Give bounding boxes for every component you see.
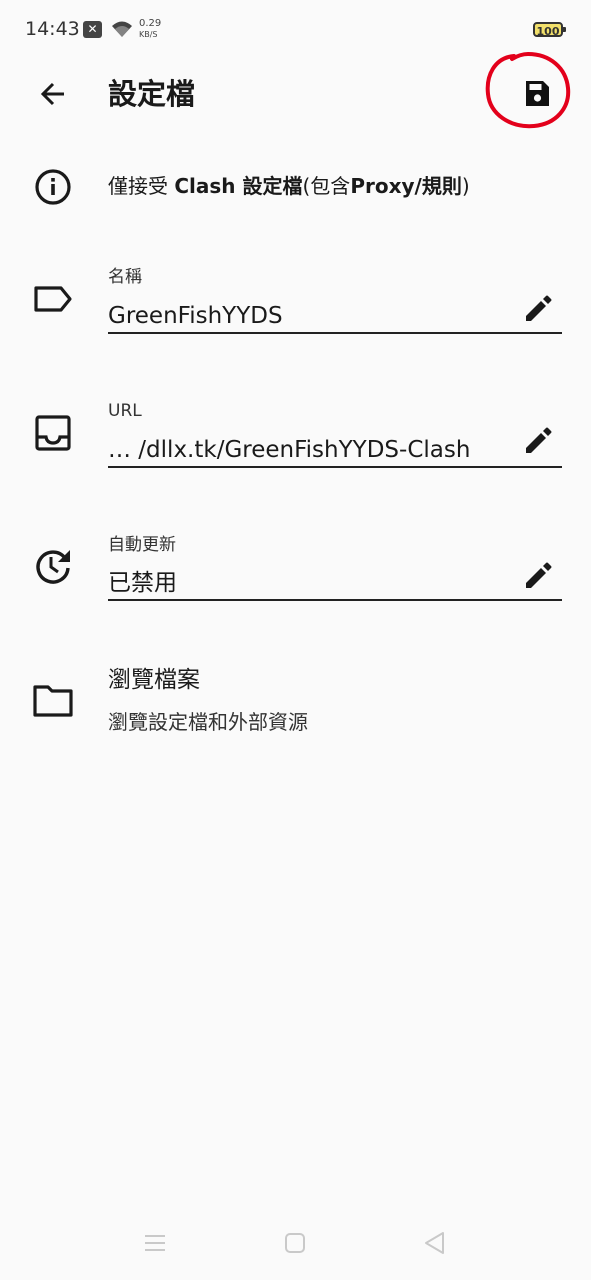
edit-pencil-icon[interactable] [520, 290, 556, 326]
update-clock-icon [36, 550, 70, 584]
auto-update-field-value[interactable]: 已禁用 [108, 567, 516, 599]
name-field-underline [108, 332, 562, 334]
auto-update-field[interactable]: 自動更新 已禁用 [0, 530, 591, 610]
info-text-mid: (包含 [302, 174, 351, 198]
network-speed: 0.29 KB/S [139, 18, 161, 40]
info-text-post: ) [461, 174, 470, 198]
browse-files-title: 瀏覽檔案 [108, 667, 200, 693]
system-nav-bar [0, 1210, 591, 1280]
inbox-icon [35, 415, 71, 451]
edit-pencil-icon[interactable] [520, 422, 556, 458]
url-field-label: URL [108, 401, 142, 421]
info-row: 僅接受 Clash 設定檔(包含Proxy/規則) [0, 160, 591, 216]
notification-icon: ✕ [83, 21, 102, 38]
folder-icon [33, 685, 73, 717]
name-field[interactable]: 名稱 GreenFishYYDS [0, 262, 591, 342]
arrow-left-icon [40, 82, 64, 106]
url-field-value[interactable]: … /dllx.tk/GreenFishYYDS-Clash [108, 434, 516, 466]
wifi-icon [112, 21, 132, 37]
edit-pencil-icon[interactable] [520, 557, 556, 593]
auto-update-field-underline [108, 599, 562, 601]
browse-files-subtitle: 瀏覽設定檔和外部資源 [108, 710, 308, 734]
battery-icon: 100 [533, 22, 566, 38]
back-triangle-icon[interactable] [420, 1228, 450, 1258]
url-field[interactable]: URL … /dllx.tk/GreenFishYYDS-Clash [0, 396, 591, 476]
info-text-bold-2: Proxy/規則 [350, 174, 462, 198]
status-time: 14:43 [25, 18, 80, 40]
name-field-label: 名稱 [108, 267, 142, 287]
page-title: 設定檔 [108, 77, 196, 111]
network-speed-value: 0.29 [139, 18, 162, 29]
auto-update-field-label: 自動更新 [108, 535, 176, 555]
name-field-value[interactable]: GreenFishYYDS [108, 300, 516, 332]
info-text: 僅接受 Clash 設定檔(包含Proxy/規則) [108, 172, 470, 200]
info-icon [35, 169, 71, 205]
network-speed-unit: KB/S [139, 30, 158, 39]
browse-files-item[interactable]: 瀏覽檔案 瀏覽設定檔和外部資源 [0, 660, 591, 750]
info-text-bold-1: Clash 設定檔 [174, 174, 303, 198]
back-button[interactable] [32, 72, 76, 116]
label-tag-icon [34, 286, 72, 312]
home-icon[interactable] [280, 1228, 310, 1258]
highlight-circle-annotation [485, 51, 571, 129]
menu-icon[interactable] [140, 1228, 170, 1258]
info-text-pre: 僅接受 [108, 174, 175, 198]
url-field-underline [108, 466, 562, 468]
